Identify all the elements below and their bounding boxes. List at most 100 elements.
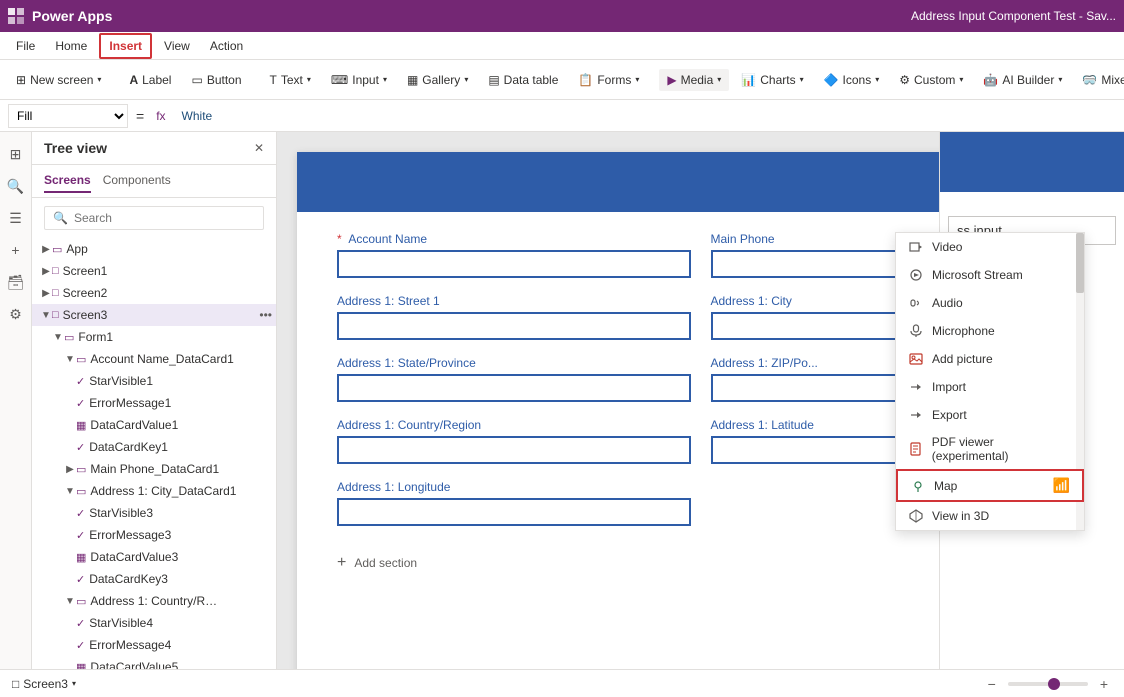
dropdown-item-3d[interactable]: View in 3D <box>896 502 1084 530</box>
toolbar-input[interactable]: ⌨ Input ▾ <box>323 69 395 91</box>
formula-value[interactable]: White <box>178 107 1116 125</box>
rail-settings-icon[interactable]: ⚙ <box>2 300 30 328</box>
zoom-slider[interactable] <box>1008 682 1088 686</box>
form1-expand-icon[interactable]: ▼ <box>52 332 64 343</box>
title-right-text: Address Input Component Test - Sav... <box>911 9 1116 23</box>
phone-datacard-expand-icon[interactable]: ▶ <box>64 464 76 475</box>
toolbar-icons[interactable]: 🔷 Icons ▾ <box>816 69 888 91</box>
screen-selector[interactable]: □ Screen3 ▾ <box>12 677 76 691</box>
menu-home[interactable]: Home <box>47 35 95 57</box>
title-bar: Power Apps Address Input Component Test … <box>0 0 1124 32</box>
rail-insert-icon[interactable]: + <box>2 236 30 264</box>
tree-item-errormessage3[interactable]: ✓ ErrorMessage3 <box>32 524 276 546</box>
field-state-input[interactable] <box>337 374 691 402</box>
starvisible3-icon: ✓ <box>76 507 85 520</box>
toolbar-new-screen[interactable]: ⊞ New screen ▾ <box>8 69 109 91</box>
tab-components[interactable]: Components <box>103 169 171 193</box>
toolbar-mixed-reality[interactable]: 🥽 Mixed Reality ▾ <box>1074 69 1124 91</box>
menu-insert[interactable]: Insert <box>99 33 152 59</box>
fill-select[interactable]: Fill <box>8 104 128 128</box>
input-chevron: ▾ <box>383 75 387 84</box>
tree-item-starvisible1[interactable]: ✓ StarVisible1 <box>32 370 276 392</box>
tree-item-phone-datacard[interactable]: ▶ ▭ Main Phone_DataCard1 <box>32 458 276 480</box>
dropdown-item-import[interactable]: Import <box>896 373 1084 401</box>
app-title: Power Apps <box>32 8 112 24</box>
toolbar-label[interactable]: A Label <box>121 69 179 91</box>
dropdown-item-microphone[interactable]: Microphone <box>896 317 1084 345</box>
toolbar-ai-builder[interactable]: 🤖 AI Builder ▾ <box>975 69 1070 91</box>
zoom-minus-button[interactable]: − <box>984 676 1000 692</box>
tree-view-close-icon[interactable]: ✕ <box>254 141 264 155</box>
field-account-name-input[interactable] <box>337 250 691 278</box>
search-input[interactable] <box>74 211 255 225</box>
screen3-more-icon[interactable]: ••• <box>259 308 272 322</box>
menu-view[interactable]: View <box>156 35 198 57</box>
tree-item-errormessage1[interactable]: ✓ ErrorMessage1 <box>32 392 276 414</box>
custom-chevron: ▾ <box>959 75 963 84</box>
screen1-expand-icon[interactable]: ▶ <box>40 266 52 277</box>
acct-datacard-expand-icon[interactable]: ▼ <box>64 354 76 365</box>
menu-file[interactable]: File <box>8 35 43 57</box>
ai-builder-icon: 🤖 <box>983 73 998 87</box>
toolbar-button[interactable]: ▭ Button <box>183 69 249 91</box>
audio-icon <box>908 295 924 311</box>
starvisible1-icon: ✓ <box>76 375 85 388</box>
tree-item-errormessage4[interactable]: ✓ ErrorMessage4 <box>32 634 276 656</box>
rail-search-icon[interactable]: 🔍 <box>2 172 30 200</box>
field-longitude: Address 1: Longitude <box>337 480 691 526</box>
tree-item-screen1[interactable]: ▶ □ Screen1 <box>32 260 276 282</box>
dropdown-item-video[interactable]: Video <box>896 233 1084 261</box>
tree-item-starvisible3[interactable]: ✓ StarVisible3 <box>32 502 276 524</box>
dropdown-item-addpicture[interactable]: Add picture <box>896 345 1084 373</box>
screen2-expand-icon[interactable]: ▶ <box>40 288 52 299</box>
tree-item-datacardvalue1[interactable]: ▦ DataCardValue1 <box>32 414 276 436</box>
country-datacard-expand-icon[interactable]: ▼ <box>64 596 76 607</box>
formula-fx-button[interactable]: fx <box>152 107 169 125</box>
toolbar-text[interactable]: T Text ▾ <box>262 69 319 91</box>
import-icon <box>908 379 924 395</box>
tree-item-form1[interactable]: ▼ ▭ Form1 <box>32 326 276 348</box>
tree-view-header: Tree view ✕ <box>32 132 276 165</box>
zoom-slider-thumb <box>1048 678 1060 690</box>
tree-view-title: Tree view <box>44 140 107 156</box>
tree-item-datacardvalue3[interactable]: ▦ DataCardValue3 <box>32 546 276 568</box>
dropdown-item-map[interactable]: Map 📶 <box>896 469 1084 502</box>
menu-action[interactable]: Action <box>202 35 251 57</box>
field-country-input[interactable] <box>337 436 691 464</box>
dropdown-item-audio[interactable]: Audio <box>896 289 1084 317</box>
toolbar-custom[interactable]: ⚙ Custom ▾ <box>891 69 971 91</box>
tree-item-country-datacard[interactable]: ▼ ▭ Address 1: Country/Region_DataC... <box>32 590 276 612</box>
rail-data-icon[interactable]: 🗃 <box>2 268 30 296</box>
right-panel-header <box>940 132 1124 192</box>
tree-item-app[interactable]: ▶ ▭ App <box>32 238 276 260</box>
toolbar-charts[interactable]: 📊 Charts ▾ <box>733 69 811 91</box>
toolbar-forms[interactable]: 📋 Forms ▾ <box>570 69 647 91</box>
tree-item-datacardkey3[interactable]: ✓ DataCardKey3 <box>32 568 276 590</box>
city-datacard-expand-icon[interactable]: ▼ <box>64 486 76 497</box>
zoom-plus-button[interactable]: + <box>1096 676 1112 692</box>
tab-screens[interactable]: Screens <box>44 169 91 193</box>
field-longitude-input[interactable] <box>337 498 691 526</box>
text-icon: T <box>270 73 277 87</box>
tree-item-datacardkey1[interactable]: ✓ DataCardKey1 <box>32 436 276 458</box>
datacardvalue3-icon: ▦ <box>76 551 86 564</box>
app-expand-icon[interactable]: ▶ <box>40 244 52 255</box>
city-datacard-icon: ▭ <box>76 485 86 498</box>
toolbar-media[interactable]: ▶ Media ▾ <box>659 69 729 91</box>
tree-item-city-datacard[interactable]: ▼ ▭ Address 1: City_DataCard1 <box>32 480 276 502</box>
datatable-icon: ▤ <box>488 73 499 87</box>
screen3-expand-icon[interactable]: ▼ <box>40 310 52 321</box>
rail-tree-icon[interactable]: ☰ <box>2 204 30 232</box>
tree-item-screen3[interactable]: ▼ □ Screen3 ••• <box>32 304 276 326</box>
tree-item-acct-datacard[interactable]: ▼ ▭ Account Name_DataCard1 <box>32 348 276 370</box>
rail-home-icon[interactable]: ⊞ <box>2 140 30 168</box>
dropdown-item-stream[interactable]: Microsoft Stream <box>896 261 1084 289</box>
dropdown-item-export[interactable]: Export <box>896 401 1084 429</box>
tree-item-starvisible4[interactable]: ✓ StarVisible4 <box>32 612 276 634</box>
field-street1-input[interactable] <box>337 312 691 340</box>
tree-item-screen2[interactable]: ▶ □ Screen2 <box>32 282 276 304</box>
map-icon <box>910 478 926 494</box>
dropdown-item-pdf[interactable]: PDF viewer (experimental) <box>896 429 1084 469</box>
toolbar-gallery[interactable]: ▦ Gallery ▾ <box>399 69 476 91</box>
toolbar-datatable[interactable]: ▤ Data table <box>480 69 566 91</box>
